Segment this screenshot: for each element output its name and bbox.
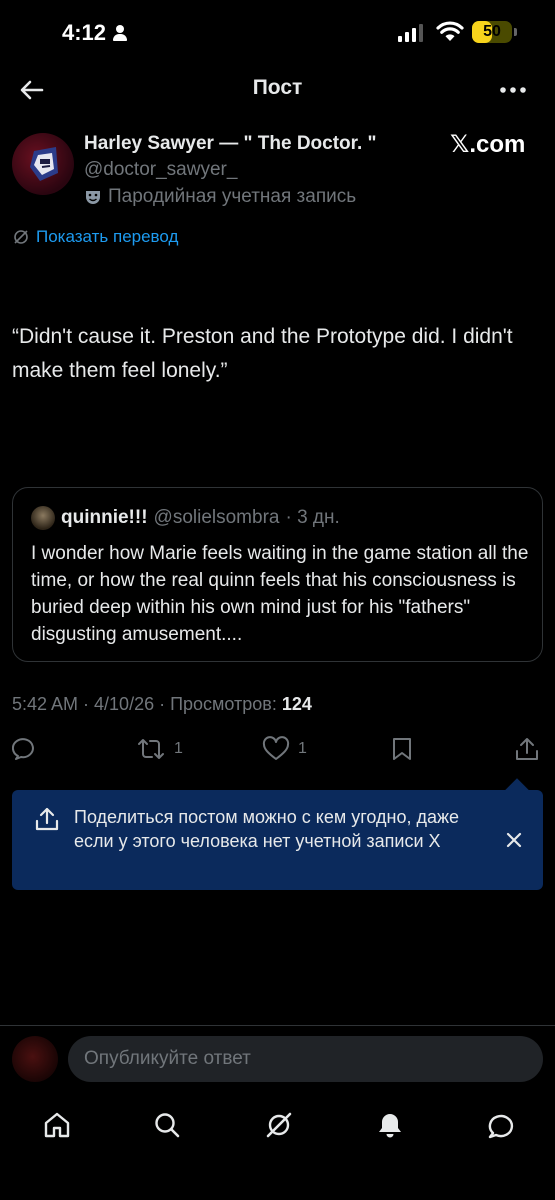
author-name[interactable]: Harley Sawyer — " The Doctor. " (84, 133, 377, 155)
reply-input[interactable] (68, 1036, 543, 1082)
toast-message: Поделиться постом можно с кем угодно, да… (74, 807, 460, 851)
translate-icon (14, 230, 28, 244)
post-body: “Didn't cause it. Preston and the Protot… (12, 325, 513, 382)
clock: 4:12 (62, 20, 107, 45)
current-user-avatar (12, 1036, 58, 1082)
repost-button[interactable]: 1 (136, 736, 183, 762)
bookmark-icon (393, 738, 411, 760)
battery-tip (514, 28, 517, 36)
author-avatar[interactable] (12, 133, 74, 195)
share-icon (35, 807, 59, 831)
show-translation-link[interactable]: Показать перевод (12, 227, 178, 247)
quoted-post-body: I wonder how Marie feels waiting in the … (31, 543, 529, 645)
home-icon (44, 1112, 70, 1138)
like-count: 1 (298, 740, 307, 757)
post-meta: 5:42 AM · 4/10/26 · Просмотров: 124 (12, 694, 312, 715)
nav-notifications[interactable] (373, 1108, 407, 1142)
status-bar: 4:12 50 (0, 0, 555, 68)
wifi-icon (436, 21, 464, 41)
focus-person-icon (112, 25, 128, 41)
top-bar: Пост (0, 68, 555, 112)
nav-search[interactable] (150, 1108, 184, 1142)
nav-home[interactable] (40, 1108, 74, 1142)
more-options-icon[interactable] (498, 76, 528, 104)
messages-icon (488, 1114, 514, 1139)
view-count[interactable]: 124 (282, 694, 312, 714)
nav-messages[interactable] (484, 1108, 518, 1142)
author-handle[interactable]: @doctor_sawyer_ (84, 159, 237, 181)
reply-divider (0, 1025, 555, 1026)
share-button[interactable] (514, 736, 540, 762)
quoted-post[interactable]: quinnie!!! @solielsombra · 3 дн. I wonde… (12, 487, 543, 662)
notifications-icon (379, 1114, 401, 1138)
heart-icon (262, 736, 290, 760)
share-tip-toast: Поделиться постом можно с кем угодно, да… (12, 790, 543, 890)
quoted-author-handle: @solielsombra (153, 507, 280, 528)
parody-label-row: Пародийная учетная запись (84, 186, 356, 208)
battery-level: 50 (483, 23, 501, 40)
repost-count: 1 (174, 740, 183, 757)
avatar-art (30, 147, 58, 181)
reply-icon (12, 738, 34, 760)
post-timestamp: 5:42 AM · 4/10/26 · Просмотров: (12, 694, 277, 714)
theater-mask-icon (86, 191, 100, 204)
quoted-author-name: quinnie!!! (61, 507, 148, 528)
action-bar: 1 1 (0, 736, 555, 768)
nav-grok[interactable] (262, 1108, 296, 1142)
reply-button[interactable] (12, 736, 38, 762)
parody-label: Пародийная учетная запись (108, 186, 357, 207)
bookmark-button[interactable] (390, 736, 414, 762)
xcom-watermark: 𝕏.com (450, 131, 526, 158)
search-icon (155, 1113, 180, 1138)
repost-icon (138, 739, 164, 759)
page-title: Пост (252, 76, 303, 99)
quoted-post-header: quinnie!!! @solielsombra · 3 дн. (31, 506, 340, 530)
status-time: 4:12 (62, 20, 128, 46)
grok-icon (266, 1112, 292, 1138)
bottom-nav (0, 1100, 555, 1150)
cellular-signal-icon (398, 24, 423, 42)
battery-icon: 50 (472, 21, 512, 43)
show-translation-label: Показать перевод (36, 227, 179, 246)
close-icon[interactable] (502, 828, 526, 852)
like-button[interactable]: 1 (262, 736, 307, 762)
share-icon (516, 738, 538, 760)
quoted-post-time: · 3 дн. (285, 507, 340, 528)
quoted-author-avatar (31, 506, 55, 530)
